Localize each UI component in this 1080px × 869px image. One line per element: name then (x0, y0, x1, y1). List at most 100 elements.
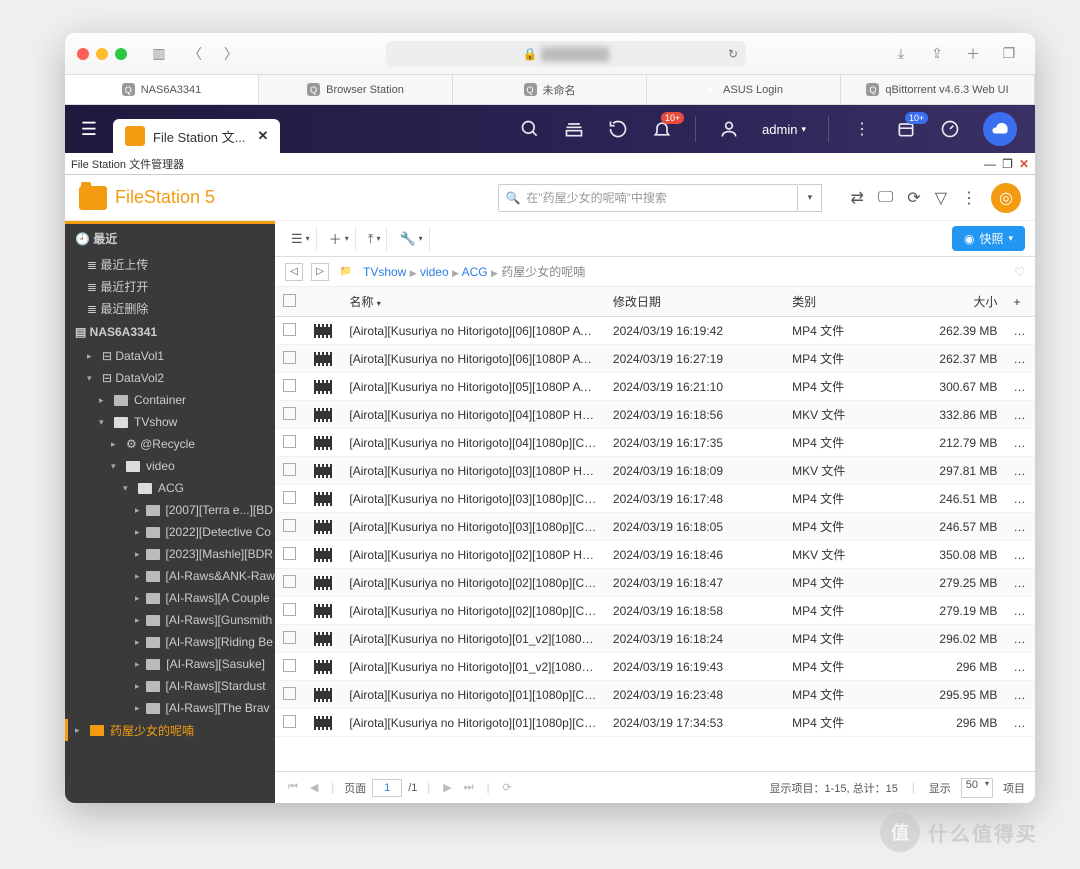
row-more[interactable]: … (1005, 429, 1035, 457)
row-more[interactable]: … (1005, 317, 1035, 345)
table-row[interactable]: [Airota][Kusuriya no Hitorigoto][02][108… (275, 569, 1035, 597)
sidebar-item-container[interactable]: ▸ Container (65, 389, 275, 411)
reload-icon[interactable]: ⟳ (500, 781, 515, 794)
select-all-checkbox[interactable] (283, 294, 296, 307)
table-row[interactable]: [Airota][Kusuriya no Hitorigoto][03][108… (275, 485, 1035, 513)
close-icon[interactable] (77, 48, 89, 60)
sidebar-item-folder[interactable]: ▸ [2023][Mashle][BDR (65, 543, 275, 565)
close-icon[interactable]: ✕ (257, 128, 268, 144)
tabs-overview-icon[interactable]: ❐ (995, 42, 1023, 66)
sidebar-item-folder[interactable]: ▸ [AI-Raws][Stardust (65, 675, 275, 697)
app-tab[interactable]: File Station 文... ✕ (113, 119, 280, 153)
row-checkbox[interactable] (283, 519, 296, 532)
table-row[interactable]: [Airota][Kusuriya no Hitorigoto][02][108… (275, 597, 1035, 625)
traffic-lights[interactable] (77, 48, 127, 60)
sidebar-item-datavol1[interactable]: ▸ ⊟ DataVol1 (65, 345, 275, 367)
row-more[interactable]: … (1005, 681, 1035, 709)
table-row[interactable]: [Airota][Kusuriya no Hitorigoto][05][108… (275, 373, 1035, 401)
table-row[interactable]: [Airota][Kusuriya no Hitorigoto][03][108… (275, 513, 1035, 541)
sidebar-item-video[interactable]: ▾ video (65, 455, 275, 477)
refresh-icon[interactable] (607, 118, 629, 140)
network-icon[interactable]: 🖵 (878, 189, 893, 207)
control-panel-icon[interactable] (563, 118, 585, 140)
table-row[interactable]: [Airota][Kusuriya no Hitorigoto][04][108… (275, 429, 1035, 457)
row-checkbox[interactable] (283, 323, 296, 336)
table-row[interactable]: [Airota][Kusuriya no Hitorigoto][01][108… (275, 709, 1035, 737)
browser-tab[interactable]: AASUS Login (647, 75, 841, 104)
row-checkbox[interactable] (283, 407, 296, 420)
row-checkbox[interactable] (283, 463, 296, 476)
search-input[interactable]: 🔍 在"药屋少女的呢喃"中搜索 (498, 184, 798, 212)
sidebar-item-tvshow[interactable]: ▾ TVshow (65, 411, 275, 433)
table-row[interactable]: [Airota][Kusuriya no Hitorigoto][06][108… (275, 345, 1035, 373)
table-row[interactable]: [Airota][Kusuriya no Hitorigoto][02][108… (275, 541, 1035, 569)
sidebar-section-recent[interactable]: 🕘 最近 (65, 224, 275, 253)
share-icon[interactable]: ⇪ (923, 42, 951, 66)
sidebar-item-datavol2[interactable]: ▾ ⊟ DataVol2 (65, 367, 275, 389)
close-icon[interactable]: ✕ (1019, 157, 1029, 171)
tasks-icon[interactable]: 10+ (895, 118, 917, 140)
maximize-icon[interactable] (115, 48, 127, 60)
browser-tab[interactable]: Q未命名 (453, 75, 647, 104)
col-type[interactable]: 类别 (784, 287, 900, 317)
search-dropdown[interactable]: ▾ (798, 184, 822, 212)
admin-dropdown[interactable]: admin ▾ (762, 122, 806, 137)
sidebar-toggle-icon[interactable]: ▥ (145, 42, 173, 66)
col-date[interactable]: 修改日期 (605, 287, 784, 317)
table-row[interactable]: [Airota][Kusuriya no Hitorigoto][06][108… (275, 317, 1035, 345)
new-tab-icon[interactable]: ＋ (959, 42, 987, 66)
snapshot-button[interactable]: ◉ 快照 (952, 226, 1025, 251)
create-button[interactable]: ＋ ▾ (323, 227, 356, 251)
col-size[interactable]: 大小 (900, 287, 1005, 317)
row-checkbox[interactable] (283, 351, 296, 364)
next-page-icon[interactable]: ▶ (440, 781, 454, 794)
bell-icon[interactable]: 10+ (651, 118, 673, 140)
row-checkbox[interactable] (283, 379, 296, 392)
sidebar-item-folder[interactable]: ▸ [AI-Raws][The Brav (65, 697, 275, 719)
row-more[interactable]: … (1005, 457, 1035, 485)
prev-page-icon[interactable]: ◀ (307, 781, 321, 794)
table-row[interactable]: [Airota][Kusuriya no Hitorigoto][03][108… (275, 457, 1035, 485)
filter-icon[interactable]: ▽ (935, 188, 947, 208)
table-row[interactable]: [Airota][Kusuriya no Hitorigoto][01_v2][… (275, 625, 1035, 653)
nav-up-icon[interactable]: 📁 (337, 263, 355, 281)
minimize-icon[interactable]: — (984, 157, 996, 171)
col-name[interactable]: 名称 ▾ (341, 287, 605, 317)
transfer-icon[interactable]: ⇄ (850, 188, 863, 208)
row-more[interactable]: … (1005, 653, 1035, 681)
sidebar-item-folder[interactable]: ▸ [AI-Raws][Riding Be (65, 631, 275, 653)
maximize-icon[interactable]: ❐ (1002, 157, 1013, 171)
cloud-icon[interactable] (983, 112, 1017, 146)
row-checkbox[interactable] (283, 631, 296, 644)
first-page-icon[interactable]: ⏮ (285, 781, 301, 794)
sidebar-item-folder[interactable]: ▸ [AI-Raws][Sasuke] (65, 653, 275, 675)
row-more[interactable]: … (1005, 401, 1035, 429)
sidebar-host[interactable]: ▤ NAS6A3341 (65, 319, 275, 345)
sidebar-item-recent-open[interactable]: ≣ 最近打开 (65, 275, 275, 297)
row-more[interactable]: … (1005, 513, 1035, 541)
tools-button[interactable]: 🔧 ▾ (393, 227, 429, 251)
back-icon[interactable]: 〈 (181, 42, 209, 66)
row-checkbox[interactable] (283, 687, 296, 700)
forward-icon[interactable]: 〉 (217, 42, 245, 66)
table-row[interactable]: [Airota][Kusuriya no Hitorigoto][04][108… (275, 401, 1035, 429)
col-config[interactable]: + (1005, 287, 1035, 317)
minimize-icon[interactable] (96, 48, 108, 60)
row-more[interactable]: … (1005, 345, 1035, 373)
sidebar-item-folder[interactable]: ▸ [2007][Terra e...][BD (65, 499, 275, 521)
breadcrumb-part[interactable]: video (420, 265, 449, 279)
table-row[interactable]: [Airota][Kusuriya no Hitorigoto][01_v2][… (275, 653, 1035, 681)
row-more[interactable]: … (1005, 709, 1035, 737)
breadcrumb-part[interactable]: ACG (462, 265, 488, 279)
row-more[interactable]: … (1005, 625, 1035, 653)
sidebar-item-recent-delete[interactable]: ≣ 最近删除 (65, 297, 275, 319)
row-checkbox[interactable] (283, 603, 296, 616)
menu-icon[interactable]: ☰ (65, 119, 113, 140)
sidebar-item-recycle[interactable]: ▸ ⚙ @Recycle (65, 433, 275, 455)
nav-back-icon[interactable]: ◁ (285, 263, 303, 281)
row-checkbox[interactable] (283, 715, 296, 728)
row-more[interactable]: … (1005, 569, 1035, 597)
breadcrumb-part[interactable]: TVshow (363, 265, 406, 279)
last-page-icon[interactable]: ⏭ (461, 781, 477, 794)
sidebar-item-folder[interactable]: ▸ [AI-Raws][A Couple (65, 587, 275, 609)
